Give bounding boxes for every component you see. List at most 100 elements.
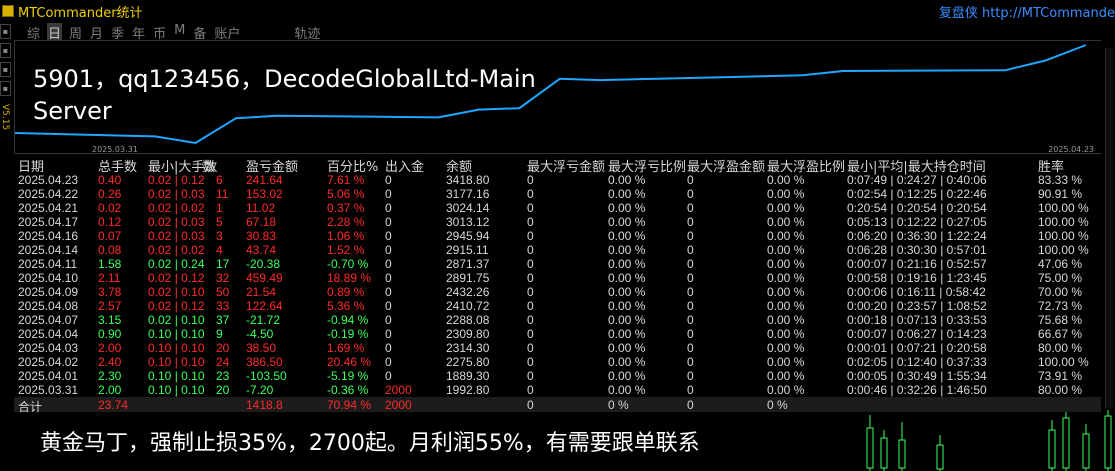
cell-n: 23 — [216, 369, 230, 383]
cell-lots: 2.00 — [98, 341, 122, 355]
cell-mfp: 0 — [687, 257, 694, 271]
cell-mfl: 0 — [527, 341, 534, 355]
cell-lots: 0.07 — [98, 229, 122, 243]
cell-mflp: 0.00 % — [608, 271, 646, 285]
scrollbar-thumb[interactable] — [1105, 48, 1113, 408]
cell-win: 75.68 % — [1038, 313, 1083, 327]
cell-win: 83.33 % — [1038, 173, 1083, 187]
cell-hold: 0:02:05 | 0:12:40 | 0:37:33 — [847, 355, 987, 369]
table-row[interactable]: 2025.04.17 0.12 0.02 | 0.03 5 67.18 2.28 % 0 30… — [14, 215, 1101, 229]
total-mfp: 0 — [687, 398, 694, 412]
promo-message: 黄金马丁，强制止损35%，2700起。月利润55%，有需要跟单联系 — [40, 431, 700, 456]
table-row[interactable]: 2025.04.07 3.15 0.02 | 0.10 37 -21.72 -0.94 %… — [14, 313, 1101, 327]
table-row[interactable]: 2025.04.10 2.11 0.02 | 0.12 32 459.49 18.89 %… — [14, 271, 1101, 285]
table-row[interactable]: 2025.04.04 0.90 0.10 | 0.10 9 -4.50 -0.19 % 0 2… — [14, 327, 1101, 341]
cell-mfpp: 0.00 % — [767, 327, 805, 341]
cell-pnl: 67.18 — [246, 215, 277, 229]
table-row[interactable]: 2025.04.01 2.30 0.10 | 0.10 23 -103.50 -5.19 … — [14, 369, 1101, 383]
table-row[interactable]: 2025.04.21 0.02 0.02 | 0.02 1 11.02 0.37 % 0 30… — [14, 201, 1101, 215]
cell-pct: -5.19 % — [327, 369, 369, 383]
cell-mflp: 0.00 % — [608, 383, 646, 397]
background-candles — [866, 410, 1112, 471]
tab-2[interactable]: 周 — [68, 23, 83, 42]
toolbar-icon-1[interactable]: ▪ — [0, 24, 11, 39]
toolbar-icon-4[interactable]: ▪ — [0, 81, 11, 96]
cell-lots: 2.30 — [98, 369, 122, 383]
cell-pnl: 43.74 — [246, 243, 277, 257]
cell-mflp: 0.00 % — [608, 327, 646, 341]
cell-minmax: 0.02 | 0.10 — [148, 313, 205, 327]
cell-mflp: 0.00 % — [608, 299, 646, 313]
header-13: 胜率 — [1038, 160, 1065, 175]
header-7: 余额 — [446, 160, 473, 175]
cell-mfl: 0 — [527, 369, 534, 383]
tab-8[interactable]: 备 — [192, 23, 207, 42]
tab-10[interactable]: 轨迹 — [293, 23, 321, 42]
cell-minmax: 0.02 | 0.10 — [148, 285, 205, 299]
cell-mfp: 0 — [687, 187, 694, 201]
cell-minmax: 0.02 | 0.03 — [148, 229, 205, 243]
cell-date: 2025.04.02 — [18, 355, 79, 369]
right-scrollbar[interactable] — [1101, 40, 1115, 412]
cell-mfl: 0 — [527, 187, 534, 201]
cell-minmax: 0.10 | 0.10 — [148, 327, 205, 341]
cell-win: 73.91 % — [1038, 369, 1083, 383]
table-row[interactable]: 2025.04.23 0.40 0.02 | 0.12 6 241.64 7.61 % 0 3… — [14, 173, 1101, 187]
table-row[interactable]: 2025.04.16 0.07 0.02 | 0.03 3 30.83 1.06 % 0 29… — [14, 229, 1101, 243]
cell-n: 17 — [216, 257, 230, 271]
cell-n: 9 — [216, 327, 223, 341]
cell-date: 2025.04.16 — [18, 229, 79, 243]
cell-minmax: 0.02 | 0.24 — [148, 257, 205, 271]
tab-7[interactable]: M — [173, 23, 186, 41]
tab-4[interactable]: 季 — [110, 23, 125, 42]
table-row[interactable]: 2025.04.22 0.26 0.02 | 0.03 11 153.02 5.06 % 0… — [14, 187, 1101, 201]
toolbar-icon-3[interactable]: ▪ — [0, 62, 11, 77]
cell-mfpp: 0.00 % — [767, 229, 805, 243]
tab-6[interactable]: 币 — [152, 23, 167, 42]
cell-pnl: -21.72 — [246, 313, 281, 327]
table-row[interactable]: 2025.04.03 2.00 0.10 | 0.10 20 38.50 1.69 % 0 2… — [14, 341, 1101, 355]
cell-pnl: 11.02 — [246, 201, 276, 215]
cell-win: 66.67 % — [1038, 327, 1083, 341]
cell-mfpp: 0.00 % — [767, 313, 805, 327]
cell-date: 2025.04.22 — [18, 187, 79, 201]
cell-lots: 0.40 — [98, 173, 122, 187]
cell-dep: 0 — [385, 229, 392, 243]
balance-chart: 5901，qq123456，DecodeGlobalLtd-Main Serve… — [14, 40, 1103, 154]
cell-mfp: 0 — [687, 201, 694, 215]
tab-0[interactable]: 综 — [26, 23, 41, 42]
table-row[interactable]: 2025.04.02 2.40 0.10 | 0.10 24 386.50 20.46 %… — [14, 355, 1101, 369]
tab-3[interactable]: 月 — [89, 23, 104, 42]
total-mflp: 0 % — [608, 398, 629, 412]
header-3: 数 — [202, 160, 216, 175]
header-8: 最大浮亏金额 — [527, 160, 606, 175]
toolbar-icon-2[interactable]: ▪ — [0, 43, 11, 58]
table-row[interactable]: 2025.03.31 2.00 0.10 | 0.10 20 -7.20 -0.36 % 2… — [14, 383, 1101, 397]
cell-mfl: 0 — [527, 271, 534, 285]
table-row[interactable]: 2025.04.09 3.78 0.02 | 0.10 50 21.54 0.89 % 0 2… — [14, 285, 1101, 299]
cell-mfp: 0 — [687, 243, 694, 257]
cell-hold: 0:02:54 | 0:12:25 | 0:22:46 — [847, 187, 987, 201]
cell-mfpp: 0.00 % — [767, 355, 805, 369]
cell-pnl: 386.50 — [246, 355, 283, 369]
tab-9[interactable]: 账户 — [213, 23, 241, 42]
cell-pct: 18.89 % — [327, 271, 372, 285]
total-dep: 2000 — [385, 398, 412, 412]
table-row[interactable]: 2025.04.08 2.57 0.02 | 0.12 33 122.64 5.36 % 0… — [14, 299, 1101, 313]
cell-bal: 3024.14 — [446, 201, 490, 215]
cell-mfpp: 0.00 % — [767, 201, 805, 215]
cell-bal: 2891.75 — [446, 271, 490, 285]
cell-pct: 1.52 % — [327, 243, 365, 257]
cell-n: 4 — [216, 243, 223, 257]
cell-bal: 1889.30 — [446, 369, 490, 383]
cell-mfl: 0 — [527, 201, 534, 215]
tab-1[interactable]: 日 — [47, 23, 63, 42]
cell-date: 2025.04.10 — [18, 271, 79, 285]
header-11: 最大浮盈比例 — [767, 160, 846, 175]
cell-pct: -0.36 % — [327, 383, 369, 397]
cell-bal: 2871.37 — [446, 257, 490, 271]
website-link[interactable]: 复盘侠 http://MTCommande — [939, 2, 1115, 21]
table-row[interactable]: 2025.04.11 1.58 0.02 | 0.24 17 -20.38 -0.70 %… — [14, 257, 1101, 271]
table-row[interactable]: 2025.04.14 0.08 0.02 | 0.02 4 43.74 1.52 % 0 29… — [14, 243, 1101, 257]
tab-5[interactable]: 年 — [131, 23, 146, 42]
